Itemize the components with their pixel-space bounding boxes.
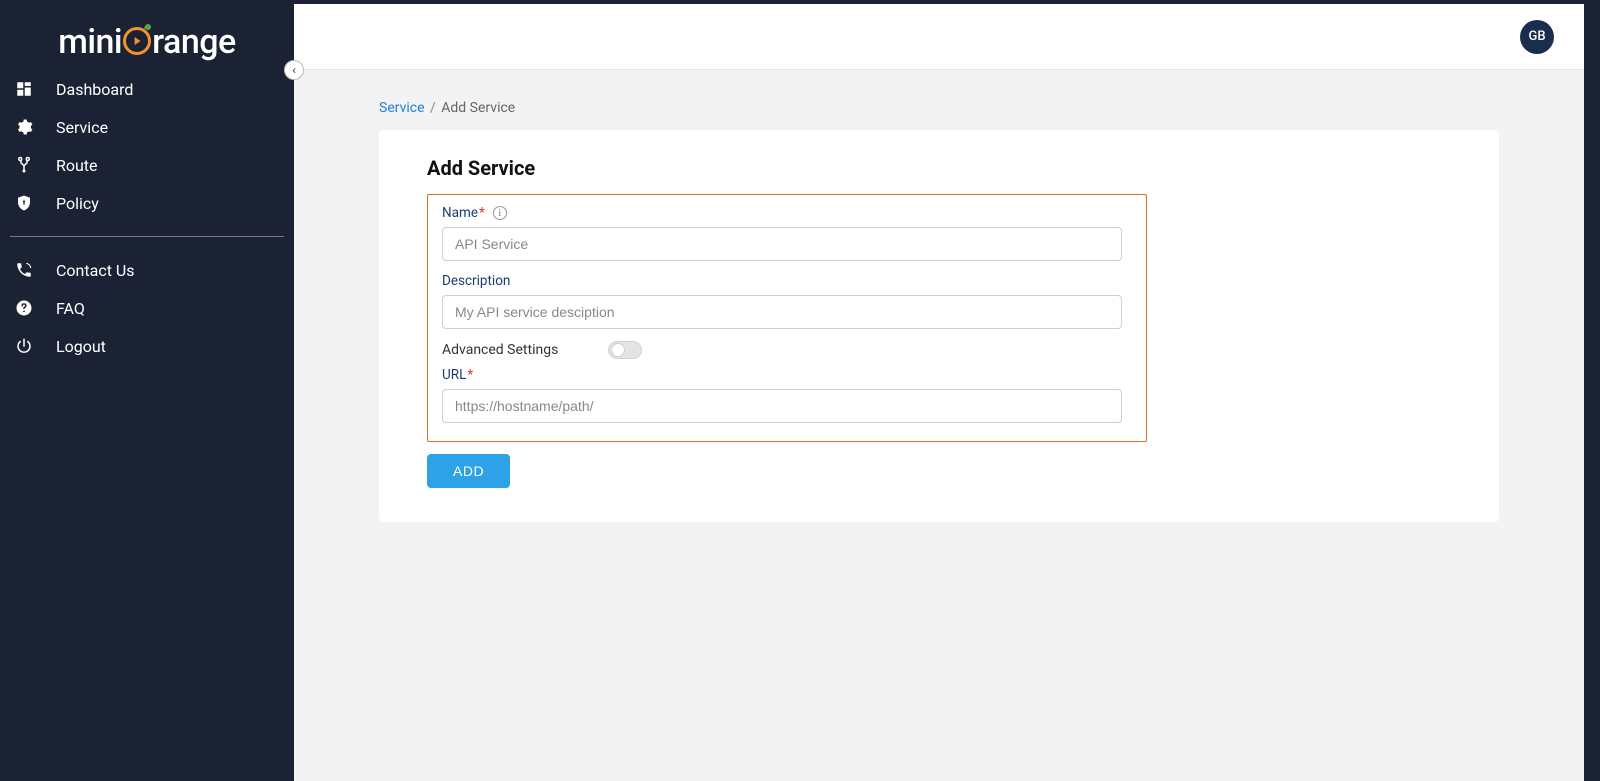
power-icon <box>14 336 34 356</box>
sidebar-item-label: FAQ <box>56 299 85 318</box>
sidebar-item-logout[interactable]: Logout <box>0 327 294 365</box>
help-icon <box>14 298 34 318</box>
gear-icon <box>14 117 34 137</box>
description-label: Description <box>442 273 510 289</box>
form-card: Add Service Name* i Description <box>379 130 1499 522</box>
dashboard-icon <box>14 79 34 99</box>
required-mark: * <box>467 367 473 383</box>
chevron-left-icon: ‹ <box>292 63 296 77</box>
sidebar-item-policy[interactable]: Policy <box>0 184 294 222</box>
sidebar-item-route[interactable]: Route <box>0 146 294 184</box>
advanced-settings-row: Advanced Settings <box>442 341 1132 359</box>
sidebar-item-dashboard[interactable]: Dashboard <box>0 70 294 108</box>
nav-divider <box>10 236 284 237</box>
sidebar-item-contact[interactable]: Contact Us <box>0 251 294 289</box>
sidebar-item-label: Contact Us <box>56 261 135 280</box>
shield-icon <box>14 193 34 213</box>
brand-suffix: range <box>152 22 236 62</box>
brand-logo: mini range <box>0 22 294 62</box>
breadcrumb-parent-link[interactable]: Service <box>379 100 425 116</box>
url-input[interactable] <box>442 389 1122 423</box>
brand-prefix: mini <box>58 22 122 62</box>
form-highlight-box: Name* i Description Advanced Settings <box>427 194 1147 442</box>
top-header: GB <box>294 4 1584 70</box>
toggle-knob <box>611 343 625 357</box>
phone-icon <box>14 260 34 280</box>
breadcrumb-current: Add Service <box>441 100 515 116</box>
user-avatar[interactable]: GB <box>1520 20 1554 54</box>
add-button[interactable]: ADD <box>427 454 510 488</box>
form-heading: Add Service <box>427 156 1451 180</box>
required-mark: * <box>479 205 485 221</box>
description-input[interactable] <box>442 295 1122 329</box>
name-label: Name <box>442 205 478 221</box>
breadcrumb: Service / Add Service <box>379 100 1499 116</box>
description-field: Description <box>442 273 1132 329</box>
sidebar-item-label: Logout <box>56 337 106 356</box>
route-icon <box>14 155 34 175</box>
name-field: Name* i <box>442 205 1132 261</box>
sidebar-item-label: Route <box>56 156 98 175</box>
url-label: URL <box>442 367 466 383</box>
brand-logo-icon <box>123 27 151 55</box>
sidebar-item-service[interactable]: Service <box>0 108 294 146</box>
content-region: Service / Add Service Add Service Name* … <box>294 70 1584 552</box>
sidebar: minirange Dashboard Service Route Pol <box>0 4 294 781</box>
sidebar-item-label: Dashboard <box>56 80 133 99</box>
sidebar-collapse-button[interactable]: ‹ <box>284 60 304 80</box>
name-input[interactable] <box>442 227 1122 261</box>
sidebar-item-label: Policy <box>56 194 99 213</box>
url-field: URL* <box>442 367 1132 423</box>
advanced-settings-toggle[interactable] <box>608 341 642 359</box>
primary-nav: Dashboard Service Route Policy Contac <box>0 62 294 365</box>
sidebar-item-label: Service <box>56 118 108 137</box>
advanced-settings-label: Advanced Settings <box>442 342 558 358</box>
info-icon[interactable]: i <box>493 206 507 220</box>
breadcrumb-separator: / <box>430 100 439 116</box>
sidebar-item-faq[interactable]: FAQ <box>0 289 294 327</box>
main-area: GB Service / Add Service Add Service Nam… <box>294 4 1584 781</box>
